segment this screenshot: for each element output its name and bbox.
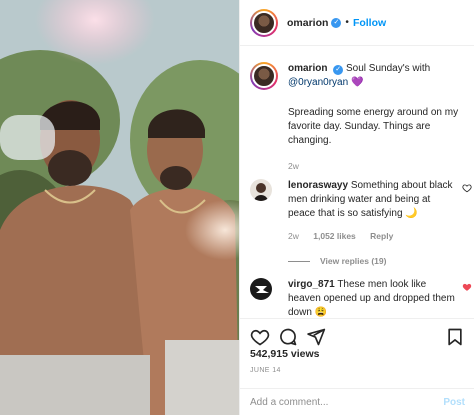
purple-heart-emoji: 💜 <box>350 77 364 88</box>
replies-divider <box>288 260 310 262</box>
views-count[interactable]: 542,915 views <box>250 348 319 360</box>
caption: omarion ✓ Soul Sunday's with @0ryan0ryan… <box>250 62 472 171</box>
caption-body: Spreading some energy around on my favor… <box>288 107 459 146</box>
separator-dot: • <box>345 17 349 28</box>
comment-item: lenoraswayy Something about black men dr… <box>250 179 472 266</box>
comment-meta: 2w 1,052 likes Reply <box>288 231 472 241</box>
comment-time[interactable]: 2w <box>288 231 299 241</box>
comment-composer: Post <box>240 388 474 415</box>
view-replies-button[interactable]: View replies (19) <box>288 256 472 266</box>
caption-text: omarion ✓ Soul Sunday's with @0ryan0ryan… <box>288 62 472 90</box>
post-comment-button[interactable]: Post <box>443 397 465 408</box>
bookmark-icon[interactable] <box>445 327 465 347</box>
media-scene <box>0 0 239 415</box>
comment-item: virgo_871 These men look like heaven ope… <box>250 278 472 317</box>
comment-username[interactable]: virgo_871 <box>288 279 335 290</box>
comment-likes-count[interactable]: 1,052 likes <box>313 231 356 241</box>
author-avatar[interactable] <box>250 8 278 37</box>
instagram-post: omarion ✓ • Follow omarion ✓ Soul Sunday… <box>0 0 474 415</box>
author-username[interactable]: omarion <box>287 17 328 29</box>
post-header: omarion ✓ • Follow <box>240 0 474 46</box>
caption-username[interactable]: omarion <box>288 63 327 74</box>
comment-avatar[interactable] <box>250 278 272 300</box>
follow-button[interactable]: Follow <box>353 17 386 29</box>
paper-plane-icon[interactable] <box>306 327 326 347</box>
comment-text: lenoraswayy Something about black men dr… <box>288 179 460 221</box>
view-replies-label: View replies (19) <box>320 256 387 266</box>
post-media-video[interactable] <box>0 0 239 415</box>
heart-icon[interactable] <box>250 327 270 347</box>
comment-text: virgo_871 These men look like heaven ope… <box>288 278 460 317</box>
verified-badge-icon: ✓ <box>333 65 344 75</box>
comment-icon[interactable] <box>278 327 298 347</box>
reply-button[interactable]: Reply <box>370 231 393 241</box>
comment-username[interactable]: lenoraswayy <box>288 180 348 191</box>
verified-badge-icon: ✓ <box>331 17 342 28</box>
caption-mention[interactable]: @0ryan0ryan <box>288 77 348 88</box>
post-sidebar: omarion ✓ • Follow omarion ✓ Soul Sunday… <box>239 0 474 415</box>
caption-intro: Soul Sunday's with <box>346 63 431 74</box>
post-date[interactable]: JUNE 14 <box>250 367 281 374</box>
comment-liked-heart-icon[interactable] <box>462 282 472 292</box>
comments-list[interactable]: omarion ✓ Soul Sunday's with @0ryan0ryan… <box>240 47 474 317</box>
add-comment-input[interactable] <box>250 396 420 408</box>
caption-avatar[interactable] <box>250 62 278 90</box>
caption-time[interactable]: 2w <box>288 161 472 171</box>
comment-like-heart-icon[interactable] <box>462 183 472 193</box>
comment-avatar[interactable] <box>250 179 272 201</box>
